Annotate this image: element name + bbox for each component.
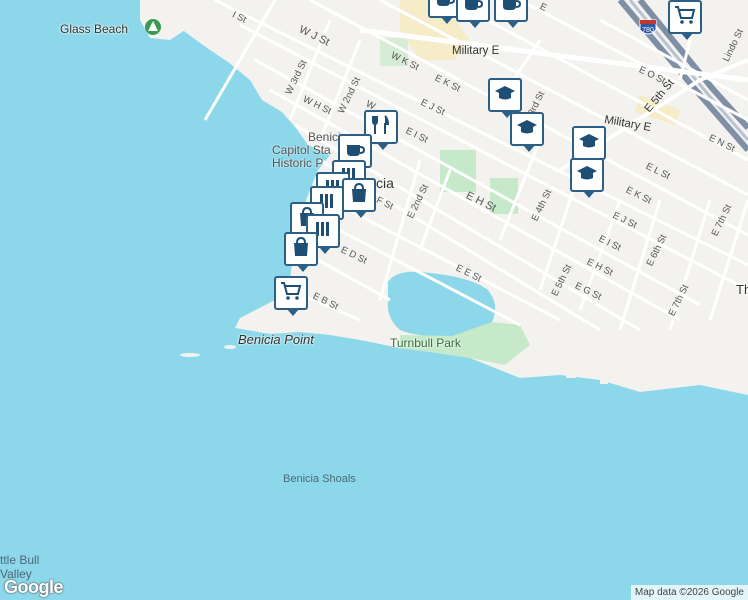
map-attribution[interactable]: Map data ©2026 Google bbox=[630, 585, 748, 600]
poi-marker-school-2[interactable] bbox=[510, 112, 544, 152]
shopping-icon bbox=[347, 181, 371, 210]
pier bbox=[566, 360, 576, 378]
cafe-icon bbox=[461, 0, 485, 20]
label-turnbull-park: Turnbull Park bbox=[390, 336, 461, 350]
grocery-icon bbox=[673, 3, 697, 32]
google-logo: Google bbox=[4, 577, 64, 597]
svg-text:780: 780 bbox=[642, 27, 654, 34]
label-benicia-point: Benicia Point bbox=[238, 332, 314, 347]
poi-marker-school-1[interactable] bbox=[488, 78, 522, 118]
poi-marker-grocery-top[interactable] bbox=[668, 0, 702, 40]
poi-marker-cafe-3[interactable] bbox=[494, 0, 528, 28]
poi-marker-cafe-2[interactable] bbox=[456, 0, 490, 28]
street-military-e: Military E bbox=[452, 45, 500, 57]
poi-marker-school-3[interactable] bbox=[572, 126, 606, 166]
school-icon bbox=[515, 115, 539, 144]
restaurant-icon bbox=[369, 113, 393, 142]
label-bull-valley-1: ttle Bull bbox=[0, 553, 40, 567]
shopping-icon bbox=[289, 235, 313, 264]
label-edge-place: Th bbox=[736, 282, 748, 297]
shore-rock-2 bbox=[224, 345, 236, 349]
poi-marker-shopping[interactable] bbox=[342, 178, 376, 218]
school-icon bbox=[493, 81, 517, 110]
school-icon bbox=[575, 161, 599, 190]
label-glass-beach: Glass Beach bbox=[60, 22, 129, 36]
poi-marker-grocery[interactable] bbox=[274, 276, 308, 316]
label-city-benicia: cia bbox=[376, 175, 394, 191]
cafe-icon bbox=[499, 0, 523, 20]
pier-2 bbox=[600, 370, 608, 384]
map-base-layer bbox=[140, 0, 748, 395]
map-canvas[interactable]: Glass Beach Benicia Point Turnbull Park … bbox=[0, 0, 748, 600]
shore-rock-1 bbox=[180, 353, 200, 357]
poi-marker-school-4[interactable] bbox=[570, 158, 604, 198]
grocery-icon bbox=[279, 279, 303, 308]
label-capitol-state-2: Historic P bbox=[272, 156, 324, 170]
school-icon bbox=[577, 129, 601, 158]
interstate-shield-icon: 780 bbox=[638, 18, 658, 38]
poi-marker-shopping-3[interactable] bbox=[284, 232, 318, 272]
label-benicia-shoals: Benicia Shoals bbox=[283, 473, 356, 485]
cafe-icon bbox=[433, 0, 457, 16]
